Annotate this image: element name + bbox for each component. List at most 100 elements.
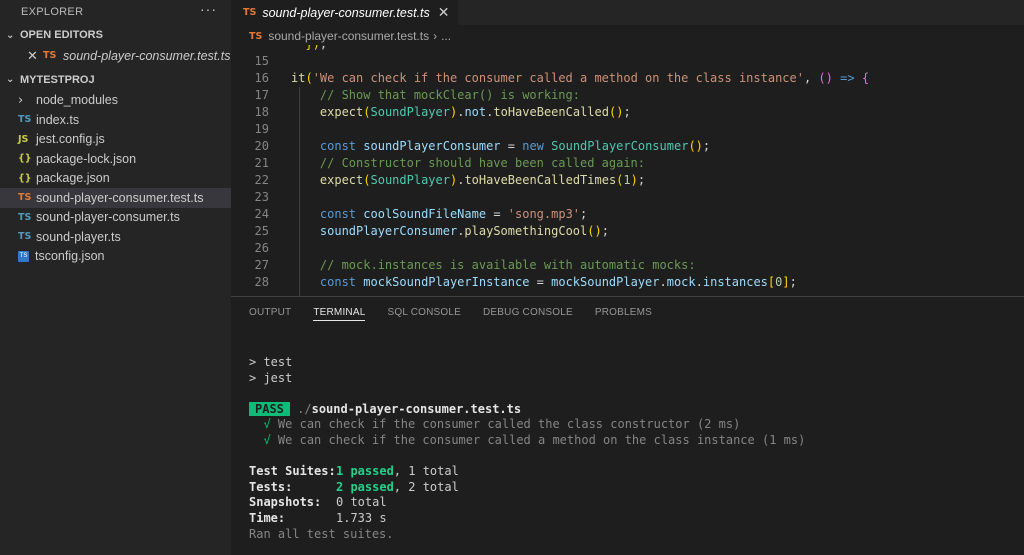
tree-item-label: tsconfig.json [35,249,105,264]
code-text: // Constructor should have been called a… [291,156,646,170]
breadcrumb-file[interactable]: sound-player-consumer.test.ts [268,29,429,43]
terminal-line: > jest [249,370,293,385]
open-editors-header[interactable]: ⌄ OPEN EDITORS [0,24,231,46]
code-line[interactable]: 20 const soundPlayerConsumer = new Sound… [231,138,1024,155]
test-file-result: PASS ./sound-player-consumer.test.ts [249,401,805,418]
line-number: 18 [254,105,269,119]
close-editor-icon[interactable]: ✕ [27,48,43,64]
tree-item-package-json[interactable]: {} package.json [0,169,231,189]
code-line[interactable]: 28 const mockSoundPlayerInstance = mockS… [231,274,1024,291]
summary-label: Test Suites: [249,464,336,479]
breadcrumb: TS sound-player-consumer.test.ts › ... [231,25,1024,47]
open-editor-item[interactable]: ✕ TS sound-player-consumer.test.ts [0,46,231,66]
pass-badge: PASS [249,401,290,416]
tab-debug-console[interactable]: DEBUG CONSOLE [483,297,573,327]
line-number [231,45,269,53]
code-line[interactable]: }); [231,45,1024,53]
project-label: MYTESTPROJ [20,73,95,86]
bottom-panel: OUTPUT TERMINAL SQL CONSOLE DEBUG CONSOL… [231,296,1024,555]
project-header[interactable]: ⌄ MYTESTPROJ [0,69,231,91]
tab-output[interactable]: OUTPUT [249,297,291,327]
line-number: 22 [254,173,269,187]
code-editor[interactable]: });15 16 it('We can check if the consumer … [231,45,1024,296]
line-number: 25 [254,224,269,238]
tree-item-label: sound-player.ts [36,229,121,244]
code-line[interactable]: 17 // Show that mockClear() is working: [231,87,1024,104]
summary-passed: 2 passed [336,479,394,494]
summary-time: Time: 1.733 s [249,511,805,527]
line-number: 21 [254,156,269,170]
typescript-test-icon: TS [249,30,263,42]
indent-guide [299,87,300,296]
code-line[interactable]: 16 it('We can check if the consumer calle… [231,70,1024,87]
summary-passed: 1 passed [336,464,394,479]
explorer-sidebar: EXPLORER ··· ⌄ OPEN EDITORS ✕ TS sound-p… [0,0,231,555]
summary-total: 1.733 s [336,510,387,525]
code-line[interactable]: 22 expect(SoundPlayer).toHaveBeenCalledT… [231,172,1024,189]
code-line[interactable]: 18 expect(SoundPlayer).not.toHaveBeenCal… [231,104,1024,121]
tree-item-index-ts[interactable]: TS index.ts [0,110,231,130]
code-line[interactable]: 21 // Constructor should have been calle… [231,155,1024,172]
code-text: soundPlayerConsumer.playSomethingCool(); [319,224,609,238]
code-text: const mockSoundPlayerInstance = mockSoun… [319,275,797,289]
line-number: 20 [254,139,269,153]
code-line[interactable]: 25 soundPlayerConsumer.playSomethingCool… [231,223,1024,240]
typescript-file-icon: TS [18,231,32,243]
code-text: // Show that mockClear() is working: [291,88,580,102]
code-line[interactable]: 19 [231,121,1024,138]
terminal-blank [249,449,805,465]
tree-item-jest-config[interactable]: JS jest.config.js [0,130,231,150]
terminal-output[interactable]: > test > jest PASS ./sound-player-consum… [249,355,805,542]
code-line[interactable]: 26 [231,240,1024,257]
panel-tabs: OUTPUT TERMINAL SQL CONSOLE DEBUG CONSOL… [231,297,1024,327]
tree-item-consumer-ts[interactable]: TS sound-player-consumer.ts [0,208,231,228]
summary-snapshots: Snapshots: 0 total [249,495,805,511]
editor-tab-bar: TS sound-player-consumer.test.ts ✕ [231,0,1024,25]
summary-label: Time: [249,510,286,525]
tree-item-label: node_modules [36,93,119,108]
code-text: expect(SoundPlayer).toHaveBeenCalledTime… [319,173,646,187]
code-line[interactable]: 15 [231,53,1024,70]
chevron-down-icon: ⌄ [6,29,15,41]
test-case-text: We can check if the consumer called the … [277,417,741,432]
check-icon: √ [263,417,271,432]
summary-total: 0 total [336,495,387,510]
code-line[interactable]: 27 // mock.instances is available with a… [231,257,1024,274]
chevron-down-icon: ⌄ [6,74,15,85]
editor-tab-active[interactable]: TS sound-player-consumer.test.ts ✕ [231,0,458,25]
line-number: 23 [254,190,269,204]
javascript-file-icon: JS [18,133,29,145]
tree-item-consumer-test[interactable]: TS sound-player-consumer.test.ts [0,188,231,208]
check-icon: √ [263,432,271,447]
terminal-blank [249,386,805,402]
code-text: const soundPlayerConsumer = new SoundPla… [319,139,711,153]
line-number: 28 [254,275,269,289]
breadcrumb-symbol[interactable]: ... [441,29,451,43]
tab-terminal[interactable]: TERMINAL [313,297,366,327]
tree-item-node-modules[interactable]: › node_modules [0,91,231,111]
code-line[interactable]: 23 [231,189,1024,206]
tree-item-label: sound-player-consumer.test.ts [36,190,204,205]
close-tab-icon[interactable]: ✕ [438,4,450,21]
chevron-right-icon: › [18,92,24,108]
test-case-result: √ We can check if the consumer called a … [249,433,805,449]
summary-label: Snapshots: [249,495,322,510]
tab-sql-console[interactable]: SQL CONSOLE [387,297,461,327]
tree-item-package-lock[interactable]: {} package-lock.json [0,149,231,169]
json-file-icon: {} [18,172,32,184]
terminal-footer: Ran all test suites. [249,526,394,541]
tab-problems[interactable]: PROBLEMS [595,297,652,327]
test-file-name: sound-player-consumer.test.ts [311,401,522,416]
typescript-file-icon: TS [18,114,32,126]
summary-total: , 2 total [393,479,459,494]
more-actions-icon[interactable]: ··· [200,1,217,17]
code-line[interactable]: 24 const coolSoundFileName = 'song.mp3'; [231,206,1024,223]
json-file-icon: {} [18,153,32,165]
tree-item-label: package-lock.json [36,151,137,166]
tree-item-label: sound-player-consumer.ts [36,210,180,225]
test-file-dir: ./ [297,401,312,416]
tree-item-sound-player[interactable]: TS sound-player.ts [0,227,231,247]
tree-item-tsconfig[interactable]: TS tsconfig.json [0,247,231,267]
